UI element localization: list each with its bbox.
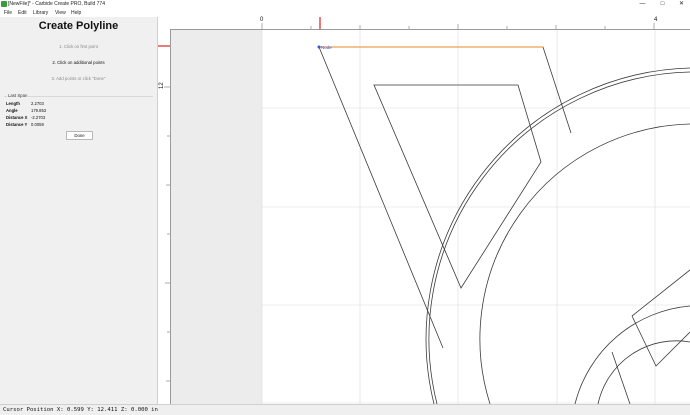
step-additional-points: 2. Click on additional points [52,60,105,65]
menu-edit[interactable]: Edit [18,9,27,17]
tool-panel: Create Polyline 1. Click on first point … [0,17,158,404]
ruler-vertical: 12 [158,29,171,404]
ruler-horizontal-ticks [261,17,655,29]
menu-view[interactable]: View [55,9,66,17]
node-label: Node [321,45,332,50]
panel-title: Create Polyline [38,20,119,32]
menu-help[interactable]: Help [71,9,81,17]
span-key: Distance X [6,115,28,120]
span-key: Distance Y [6,122,28,127]
ruler-label-12: 12 [159,82,165,89]
step-add-or-done: 3. Add points or click "Done" [51,76,106,81]
done-button[interactable]: Done [66,131,93,140]
app-logo-icon [1,1,7,7]
minimize-button[interactable]: — [636,0,649,9]
stock-region [262,30,690,404]
design-canvas[interactable]: Node [171,30,690,404]
ruler-label-4: 4 [654,17,658,23]
offcanvas-region [171,30,262,404]
title-bar: [NewFile]* - Carbide Create PRO, Build 7… [0,0,690,9]
span-value: 0.0059 [31,122,44,127]
status-bar: Cursor Position X: 0.599 Y: 12.411 Z: 0.… [0,404,690,415]
span-key: Angle [6,108,18,113]
step-first-point: 1. Click on first point [59,44,98,49]
last-span-label: Last Span [7,93,29,98]
window-title: [NewFile]* - Carbide Create PRO, Build 7… [8,1,105,7]
menu-file[interactable]: File [4,9,12,17]
ruler-horizontal: 0 4 [158,17,690,30]
maximize-button[interactable]: □ [656,0,669,9]
close-button[interactable]: ✕ [675,0,688,9]
span-value: 179.853 [31,108,47,113]
canvas-svg[interactable]: Node [171,30,690,404]
span-key: Length [6,101,20,106]
ruler-label-0: 0 [260,17,264,23]
menu-bar: File Edit Library View Help [0,9,690,17]
menu-library[interactable]: Library [33,9,48,17]
span-value: 2.2703 [31,101,44,106]
span-value: -2.2703 [31,115,46,120]
